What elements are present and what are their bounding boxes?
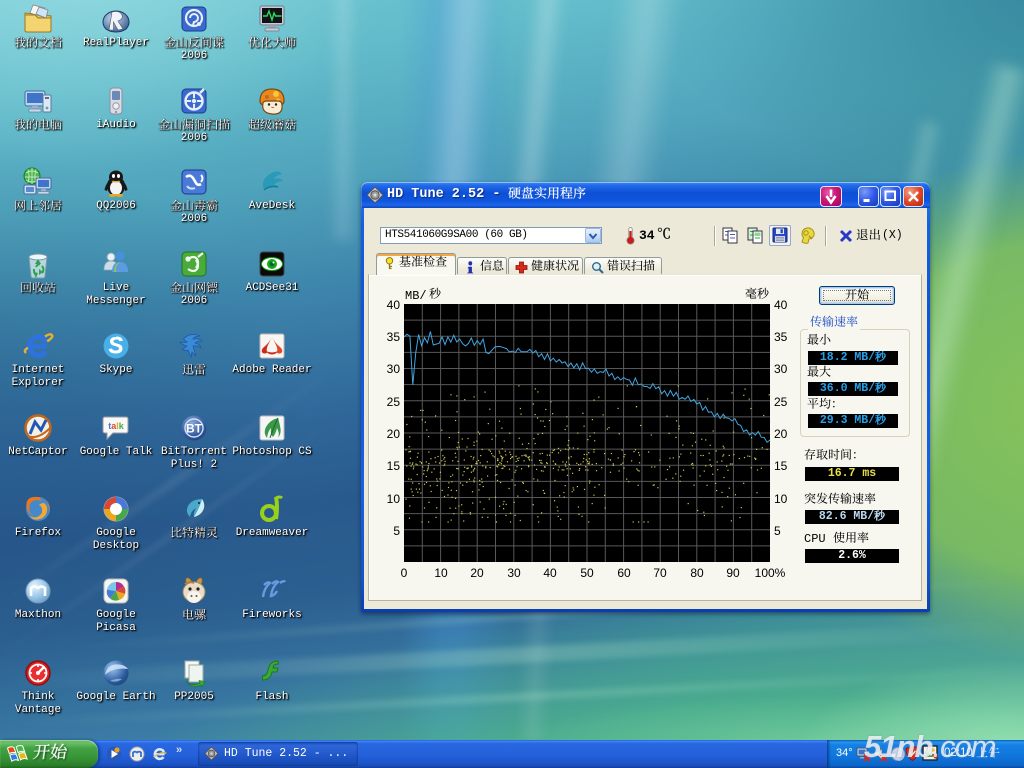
- svg-text:talk: talk: [108, 421, 125, 431]
- svg-text:BT: BT: [186, 422, 203, 436]
